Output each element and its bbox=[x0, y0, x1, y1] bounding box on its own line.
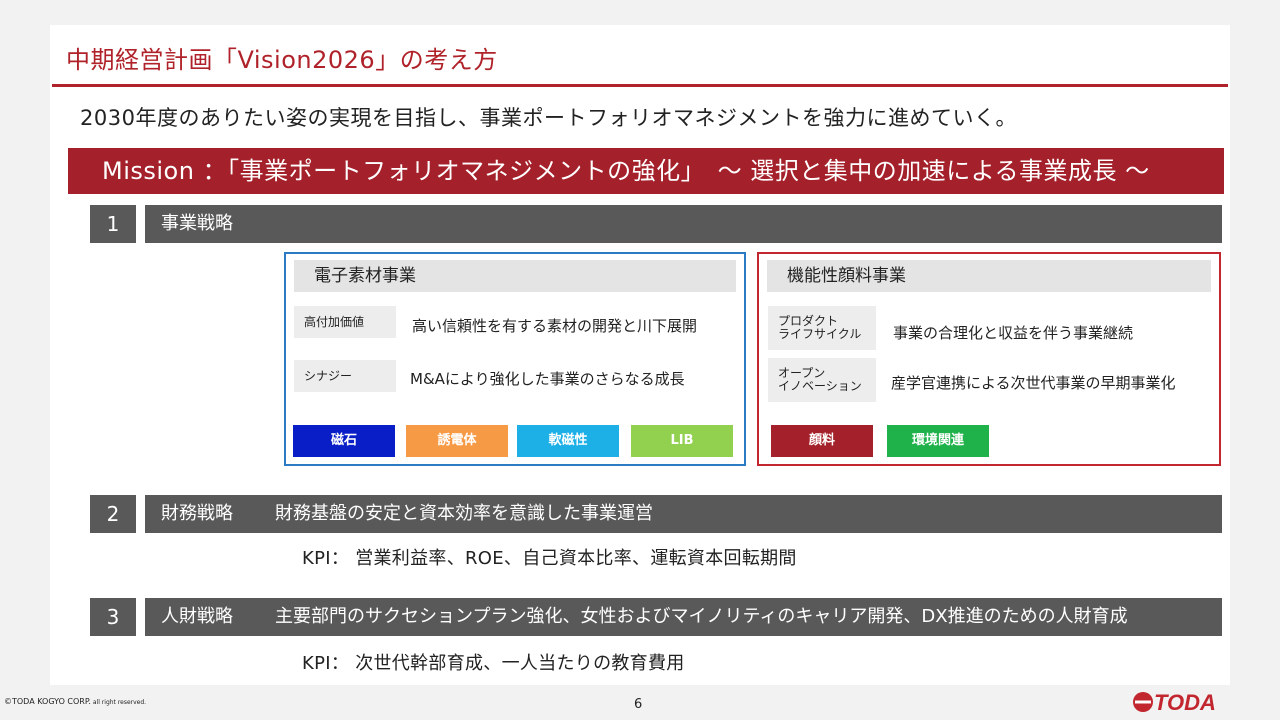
electronic-row-1-text: 高い信頼性を有する素材の開発と川下展開 bbox=[412, 317, 698, 335]
tag-dielectric: 誘電体 bbox=[406, 425, 508, 457]
section-1-number: 1 bbox=[90, 205, 136, 243]
section-2-number: 2 bbox=[90, 495, 136, 533]
section-1-bar: 事業戦略 bbox=[145, 205, 1222, 243]
section-3-desc: 主要部門のサクセションプラン強化、女性およびマイノリティのキャリア開発、DX推進… bbox=[275, 606, 1128, 627]
tag-soft-magnetic: 軟磁性 bbox=[517, 425, 619, 457]
page-number: 6 bbox=[634, 697, 643, 712]
slide-title: 中期経営計画「Vision2026」の考え方 bbox=[66, 46, 498, 74]
pigment-row-2-label: オープン イノベーション bbox=[768, 358, 876, 402]
section-2-name: 財務戦略 bbox=[161, 503, 233, 524]
section-3-kpi: KPI： 次世代幹部育成、一人当たりの教育費用 bbox=[302, 653, 685, 674]
pigment-row-2-text: 産学官連携による次世代事業の早期事業化 bbox=[891, 374, 1176, 392]
pigment-row-1-text: 事業の合理化と収益を伴う事業継続 bbox=[893, 324, 1134, 342]
title-rule bbox=[52, 84, 1228, 87]
section-3-name: 人財戦略 bbox=[161, 606, 233, 627]
toda-logo: TODA bbox=[1133, 690, 1216, 714]
electronic-row-1-label: 高付加価値 bbox=[294, 306, 396, 338]
section-3-number: 3 bbox=[90, 598, 136, 636]
electronic-materials-panel: 電子素材事業 高付加価値 高い信頼性を有する素材の開発と川下展開 シナジー M&… bbox=[284, 252, 746, 466]
section-2-bar: 財務戦略 財務基盤の安定と資本効率を意識した事業運営 bbox=[145, 495, 1222, 533]
tag-pigment: 顔料 bbox=[771, 425, 873, 457]
mission-bar: Mission ：「事業ポートフォリオマネジメントの強化」 ～ 選択と集中の加速… bbox=[68, 148, 1224, 194]
copyright: ©TODA KOGYO CORP. all right reserved. bbox=[4, 697, 146, 706]
copyright-text: ©TODA KOGYO CORP. bbox=[4, 697, 91, 706]
electronic-row-2-text: M&Aにより強化した事業のさらなる成長 bbox=[410, 370, 685, 388]
section-2-desc: 財務基盤の安定と資本効率を意識した事業運営 bbox=[275, 503, 653, 524]
slide: 中期経営計画「Vision2026」の考え方 2030年度のありたい姿の実現を目… bbox=[0, 0, 1280, 720]
logo-text: TODA bbox=[1154, 690, 1216, 714]
copyright-rights: all right reserved. bbox=[90, 699, 147, 706]
electronic-row-2-label: シナジー bbox=[294, 360, 396, 392]
section-3-bar: 人財戦略 主要部門のサクセションプラン強化、女性およびマイノリティのキャリア開発… bbox=[145, 598, 1222, 636]
tag-lib: LIB bbox=[631, 425, 733, 457]
pigment-row-1-label: プロダクト ライフサイクル bbox=[768, 306, 876, 350]
tag-magnet: 磁石 bbox=[293, 425, 395, 457]
section-2-kpi: KPI： 営業利益率、ROE、自己資本比率、運転資本回転期間 bbox=[302, 548, 797, 569]
functional-pigment-panel: 機能性顔料事業 プロダクト ライフサイクル 事業の合理化と収益を伴う事業継続 オ… bbox=[757, 252, 1221, 466]
pigment-panel-title: 機能性顔料事業 bbox=[767, 260, 1211, 292]
lead-text: 2030年度のありたい姿の実現を目指し、事業ポートフォリオマネジメントを強力に進… bbox=[80, 106, 1017, 130]
section-1-name: 事業戦略 bbox=[161, 213, 233, 234]
electronic-panel-title: 電子素材事業 bbox=[294, 260, 736, 292]
tag-environment: 環境関連 bbox=[887, 425, 989, 457]
